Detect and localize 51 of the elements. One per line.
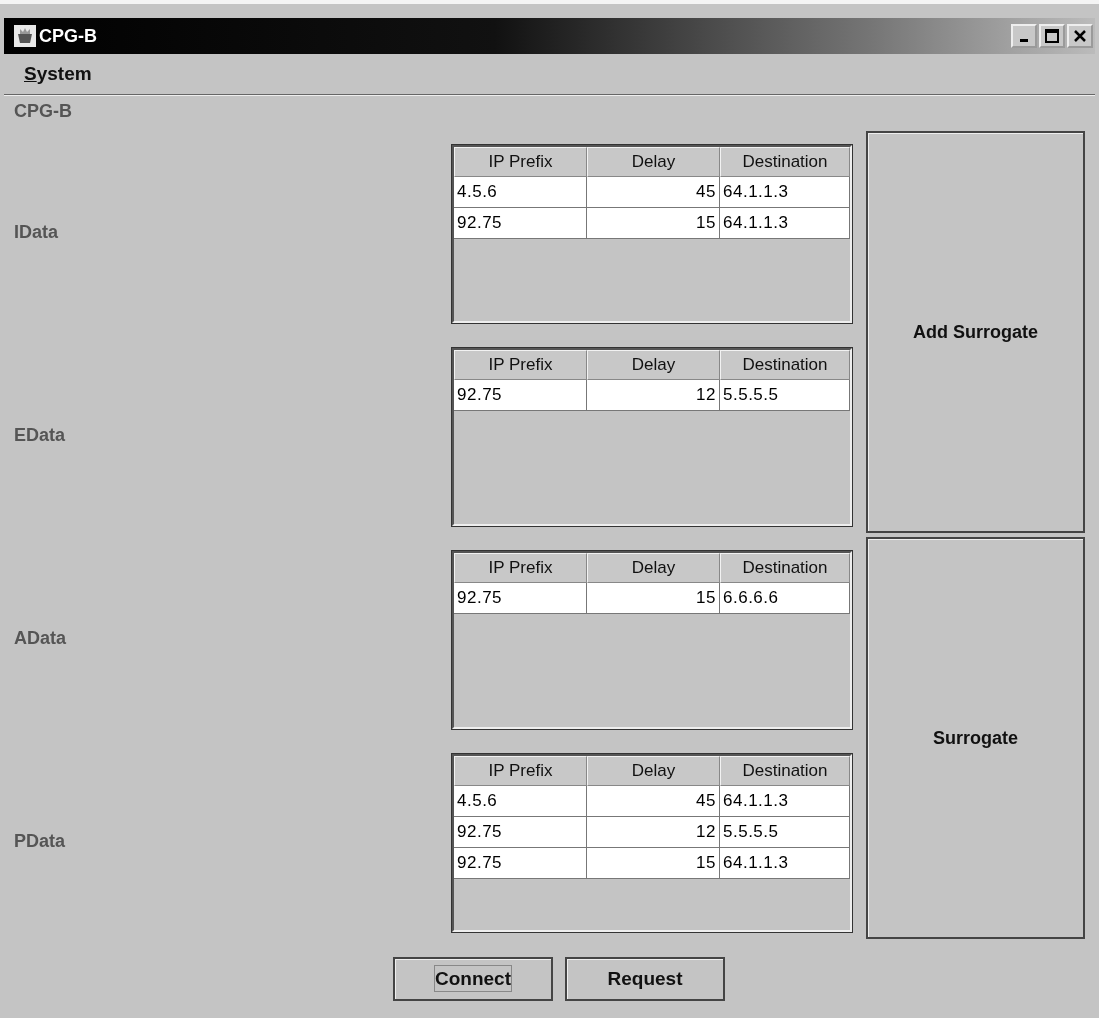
table-cell: 92.75 xyxy=(454,380,587,411)
table-cell: 15 xyxy=(587,583,720,614)
table-cell: 12 xyxy=(587,817,720,848)
column-header[interactable]: Destination xyxy=(720,553,850,583)
panel-title: CPG-B xyxy=(13,100,73,123)
close-icon xyxy=(1073,29,1087,43)
table-cell: 92.75 xyxy=(454,208,587,239)
maximize-icon xyxy=(1045,29,1059,43)
table-cell: 4.5.6 xyxy=(454,177,587,208)
maximize-button[interactable] xyxy=(1039,24,1065,48)
table-cell: 6.6.6.6 xyxy=(720,583,850,614)
table-cell: 5.5.5.5 xyxy=(720,380,850,411)
column-header[interactable]: Delay xyxy=(587,350,720,380)
menu-item[interactable]: System xyxy=(24,63,92,85)
action-button[interactable]: Connect xyxy=(393,957,553,1001)
section-label: EData xyxy=(14,425,66,446)
table-cell: 12 xyxy=(587,380,720,411)
table-cell: 92.75 xyxy=(454,848,587,879)
table-cell: 4.5.6 xyxy=(454,786,587,817)
section-label: PData xyxy=(14,831,66,852)
column-header[interactable]: IP Prefix xyxy=(454,756,587,786)
column-header[interactable]: Destination xyxy=(720,756,850,786)
table-cell: 15 xyxy=(587,208,720,239)
table-cell: 15 xyxy=(587,848,720,879)
minimize-button[interactable] xyxy=(1011,24,1037,48)
table-cell: 92.75 xyxy=(454,583,587,614)
column-header[interactable]: IP Prefix xyxy=(454,350,587,380)
column-header[interactable]: Delay xyxy=(587,553,720,583)
close-button[interactable] xyxy=(1067,24,1093,48)
table-cell: 64.1.1.3 xyxy=(720,848,850,879)
action-button[interactable]: Request xyxy=(565,957,725,1001)
table-cell: 64.1.1.3 xyxy=(720,208,850,239)
side-button[interactable]: Add Surrogate xyxy=(866,131,1085,533)
table-cell: 64.1.1.3 xyxy=(720,177,850,208)
column-header[interactable]: IP Prefix xyxy=(454,553,587,583)
minimize-icon xyxy=(1020,39,1028,42)
side-button[interactable]: Surrogate xyxy=(866,537,1085,939)
table-cell: 64.1.1.3 xyxy=(720,786,850,817)
section-label: IData xyxy=(14,222,58,243)
window-title: CPG-B xyxy=(39,25,97,47)
table-cell: 5.5.5.5 xyxy=(720,817,850,848)
app-icon xyxy=(14,25,36,47)
column-header[interactable]: Destination xyxy=(720,147,850,177)
column-header[interactable]: Destination xyxy=(720,350,850,380)
section-label: AData xyxy=(14,628,66,649)
column-header[interactable]: Delay xyxy=(587,147,720,177)
table-cell: 45 xyxy=(587,177,720,208)
table-cell: 45 xyxy=(587,786,720,817)
column-header[interactable]: IP Prefix xyxy=(454,147,587,177)
table-cell: 92.75 xyxy=(454,817,587,848)
column-header[interactable]: Delay xyxy=(587,756,720,786)
